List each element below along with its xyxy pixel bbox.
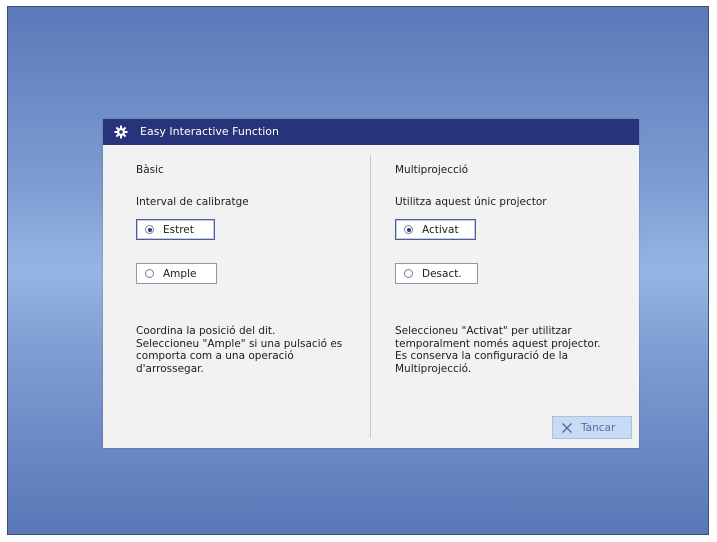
radio-unselected-icon bbox=[404, 269, 413, 278]
gear-icon bbox=[114, 125, 128, 139]
multiprojection-description-line: Es conserva la configuració de la bbox=[395, 350, 569, 362]
dialog-title: Easy Interactive Function bbox=[140, 125, 279, 138]
column-divider bbox=[370, 155, 371, 438]
option-estret-label: Estret bbox=[163, 224, 194, 236]
radio-unselected-icon bbox=[145, 269, 154, 278]
option-ample-label: Ample bbox=[163, 268, 197, 280]
dialog-titlebar: Easy Interactive Function bbox=[103, 119, 639, 145]
basic-heading: Bàsic bbox=[136, 164, 164, 176]
radio-selected-icon bbox=[145, 225, 154, 234]
radio-selected-icon bbox=[404, 225, 413, 234]
option-desact[interactable]: Desact. bbox=[395, 263, 478, 284]
easy-interactive-dialog: Easy Interactive Function Bàsic Interval… bbox=[103, 119, 639, 448]
multiprojection-heading: Multiprojecció bbox=[395, 164, 469, 176]
multiprojection-description-line: temporalment només aquest projector. bbox=[395, 337, 601, 350]
projector-screen: Easy Interactive Function Bàsic Interval… bbox=[7, 6, 709, 535]
option-activat-label: Activat bbox=[422, 224, 459, 236]
close-button-label: Tancar bbox=[581, 422, 616, 434]
option-ample[interactable]: Ample bbox=[136, 263, 217, 284]
basic-description-line: comporta com a una operació bbox=[136, 350, 294, 362]
option-activat[interactable]: Activat bbox=[395, 219, 476, 240]
calibration-interval-label: Interval de calibratge bbox=[136, 196, 249, 208]
option-estret[interactable]: Estret bbox=[136, 219, 215, 240]
multiprojection-description-line: Seleccioneu "Activat" per utilitzar bbox=[395, 325, 572, 337]
close-button[interactable]: Tancar bbox=[552, 416, 632, 439]
basic-description-line: Seleccioneu "Ample" si una pulsació es bbox=[136, 337, 343, 350]
close-icon bbox=[562, 423, 572, 433]
multiprojection-description-line: Multiprojecció. bbox=[395, 362, 472, 375]
basic-description-line: d'arrossegar. bbox=[136, 362, 204, 375]
single-projector-label: Utilitza aquest únic projector bbox=[395, 196, 547, 208]
basic-description-line: Coordina la posició del dit. bbox=[136, 325, 276, 337]
option-desact-label: Desact. bbox=[422, 268, 462, 280]
